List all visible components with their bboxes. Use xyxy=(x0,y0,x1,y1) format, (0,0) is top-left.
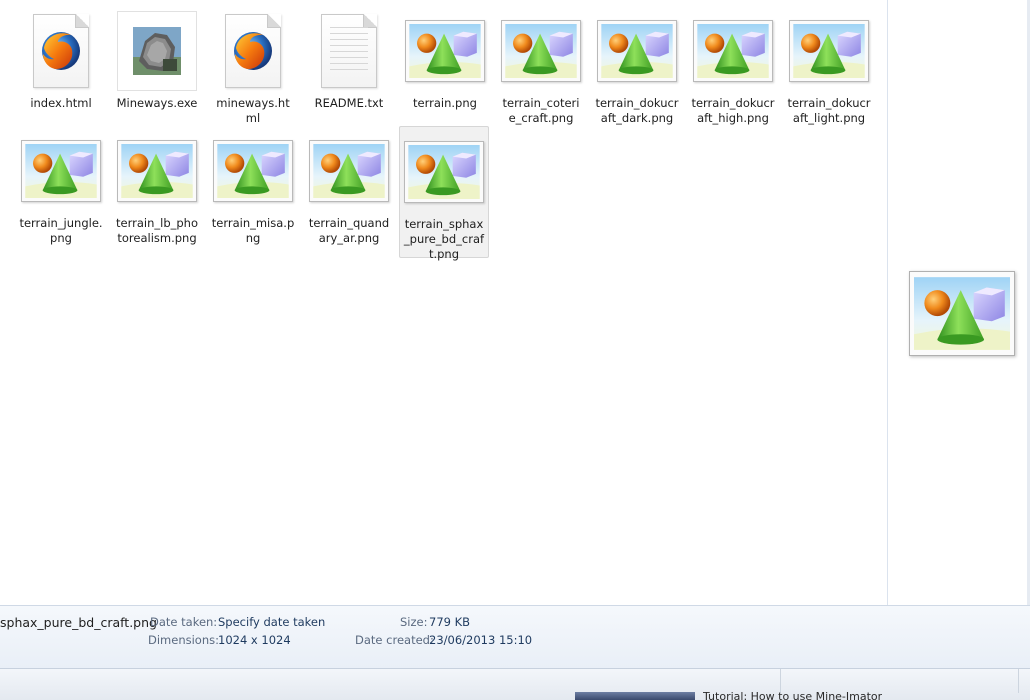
text-document-icon xyxy=(321,14,377,88)
file-label: terrain_dokucraft_light.png xyxy=(787,96,871,125)
file-item-mineways-exe[interactable]: Mineways.exe xyxy=(112,6,202,111)
date-created-label: Date created: xyxy=(355,633,434,647)
file-item-terrain-dokucraft-light[interactable]: terrain_dokucraft_light.png xyxy=(784,6,874,126)
image-thumbnail-icon xyxy=(309,140,389,202)
file-label: terrain_dokucraft_dark.png xyxy=(595,96,679,125)
explorer-window: index.html Mineways.exe mineways.html RE… xyxy=(0,0,1030,700)
file-label: Mineways.exe xyxy=(116,96,198,110)
image-thumbnail-icon xyxy=(789,20,869,82)
image-thumbnail-icon xyxy=(117,140,197,202)
file-item-terrain-quandary-ar[interactable]: terrain_quandary_ar.png xyxy=(304,126,394,246)
file-item-terrain[interactable]: terrain.png xyxy=(400,6,490,111)
firefox-html-icon xyxy=(33,14,89,88)
file-item-terrain-sphax-pure-bd-craft[interactable]: terrain_sphax_pure_bd_craft.png xyxy=(399,126,489,261)
file-label: terrain_misa.png xyxy=(211,216,295,245)
file-item-readme-txt[interactable]: README.txt xyxy=(304,6,394,111)
image-thumbnail-icon xyxy=(405,20,485,82)
file-label: terrain_dokucraft_high.png xyxy=(691,96,775,125)
image-thumbnail-icon xyxy=(21,140,101,202)
details-pane: sphax_pure_bd_craft.png Date taken: Spec… xyxy=(0,605,1030,668)
file-item-terrain-jungle[interactable]: terrain_jungle.png xyxy=(16,126,106,246)
image-thumbnail-icon xyxy=(404,141,484,203)
file-label: terrain_coterie_craft.png xyxy=(502,96,580,125)
date-taken-label: Date taken: xyxy=(150,615,218,629)
file-list-area[interactable]: index.html Mineways.exe mineways.html RE… xyxy=(0,0,887,605)
file-label: terrain_sphax_pure_bd_craft.png xyxy=(403,217,485,261)
date-created-value: 23/06/2013 15:10 xyxy=(429,633,533,647)
taskbar-thumbnail[interactable] xyxy=(575,692,695,700)
file-label: mineways.html xyxy=(216,96,290,125)
firefox-html-icon xyxy=(225,14,281,88)
file-item-terrain-lb-photorealism[interactable]: terrain_lb_photorealism.png xyxy=(112,126,202,246)
file-label: index.html xyxy=(30,96,92,110)
image-thumbnail-icon xyxy=(693,20,773,82)
file-label: terrain_quandary_ar.png xyxy=(308,216,390,245)
file-label: terrain_lb_photorealism.png xyxy=(116,216,198,245)
image-thumbnail-icon xyxy=(597,20,677,82)
file-item-mineways-html[interactable]: mineways.html xyxy=(208,6,298,126)
taskbar-title[interactable]: Tutorial: How to use Mine-Imator xyxy=(703,690,882,700)
size-value: 779 KB xyxy=(429,615,471,629)
size-label: Size: xyxy=(400,615,428,629)
file-item-index-html[interactable]: index.html xyxy=(16,6,106,111)
file-label: terrain_jungle.png xyxy=(19,216,103,245)
file-label: README.txt xyxy=(314,96,384,110)
file-item-terrain-dokucraft-dark[interactable]: terrain_dokucraft_dark.png xyxy=(592,6,682,126)
status-separator xyxy=(1018,669,1019,693)
image-thumbnail-icon xyxy=(501,20,581,82)
details-filename: sphax_pure_bd_craft.png xyxy=(0,615,157,630)
file-item-terrain-misa[interactable]: terrain_misa.png xyxy=(208,126,298,246)
exe-thumbnail-icon xyxy=(117,11,197,91)
file-item-terrain-dokucraft-high[interactable]: terrain_dokucraft_high.png xyxy=(688,6,778,126)
image-thumbnail-icon xyxy=(213,140,293,202)
file-item-terrain-coterie-craft[interactable]: terrain_coterie_craft.png xyxy=(496,6,586,126)
dimensions-label: Dimensions: xyxy=(148,633,219,647)
file-label: terrain.png xyxy=(413,96,477,110)
date-taken-value[interactable]: Specify date taken xyxy=(218,615,325,629)
preview-image xyxy=(909,271,1015,356)
dimensions-value: 1024 x 1024 xyxy=(218,633,291,647)
